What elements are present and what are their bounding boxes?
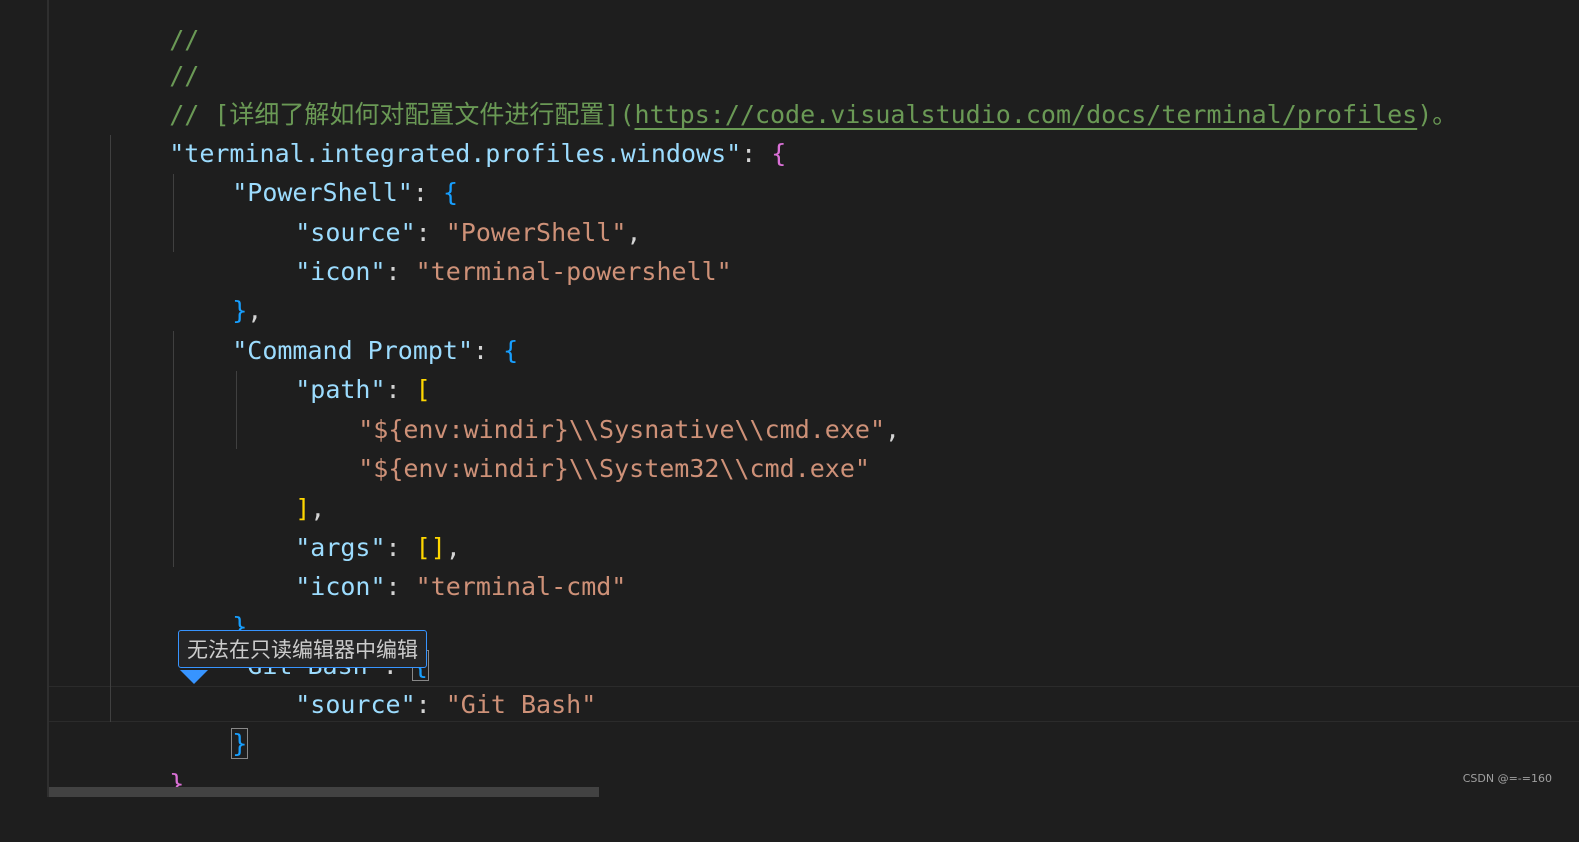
open-brace: { — [771, 139, 787, 168]
comma: , — [885, 415, 901, 444]
tooltip-arrow-icon — [180, 670, 208, 684]
code-line: }, — [109, 725, 199, 798]
code-line: "Command Prompt": { — [172, 292, 518, 365]
comment-text: )。 — [1417, 100, 1458, 129]
code-line: "source": "PowerShell", — [235, 174, 641, 247]
code-line: "${env:windir}\\System32\\cmd.exe" — [298, 410, 870, 483]
horizontal-scrollbar[interactable] — [49, 787, 599, 797]
indent-guide — [110, 135, 111, 722]
code-line: ], — [235, 450, 325, 523]
json-string: "terminal-powershell" — [415, 257, 732, 286]
code-line: "icon": "terminal-cmd" — [235, 528, 626, 601]
json-key: "icon" — [295, 572, 386, 601]
colon: : — [385, 257, 416, 286]
code-line: "${env:windir}\\Sysnative\\cmd.exe", — [298, 371, 900, 444]
code-editor[interactable]: // // // [详细了解如何对配置文件进行配置](https://code.… — [49, 0, 1579, 798]
watermark: CSDN @=-=160 — [1462, 772, 1552, 785]
code-line: }, — [172, 568, 262, 641]
close-brace: } — [231, 728, 249, 759]
colon: : — [741, 139, 772, 168]
colon: : — [473, 336, 504, 365]
code-line: "PowerShell": { — [172, 134, 458, 207]
code-line-comment: // [详细了解如何对配置文件进行配置](https://code.visual… — [109, 56, 1457, 129]
json-string: "${env:windir}\\System32\\cmd.exe" — [358, 454, 870, 483]
open-brace: { — [503, 336, 519, 365]
readonly-tooltip: 无法在只读编辑器中编辑 — [178, 630, 427, 668]
code-line: "args": [], — [235, 489, 461, 562]
code-line: "icon": "terminal-powershell" — [235, 213, 732, 286]
json-string: "terminal-cmd" — [415, 572, 627, 601]
json-string: "Git Bash" — [445, 690, 597, 719]
code-line: } — [172, 685, 249, 759]
code-line: }, — [172, 252, 262, 325]
code-line: "terminal.integrated.profiles.windows": … — [109, 95, 786, 168]
code-line-comment: // — [109, 17, 199, 90]
json-key: "source" — [295, 690, 416, 719]
colon: : — [385, 572, 416, 601]
json-key: "icon" — [295, 257, 386, 286]
colon: : — [415, 690, 446, 719]
code-line: "path": [ — [235, 331, 430, 404]
